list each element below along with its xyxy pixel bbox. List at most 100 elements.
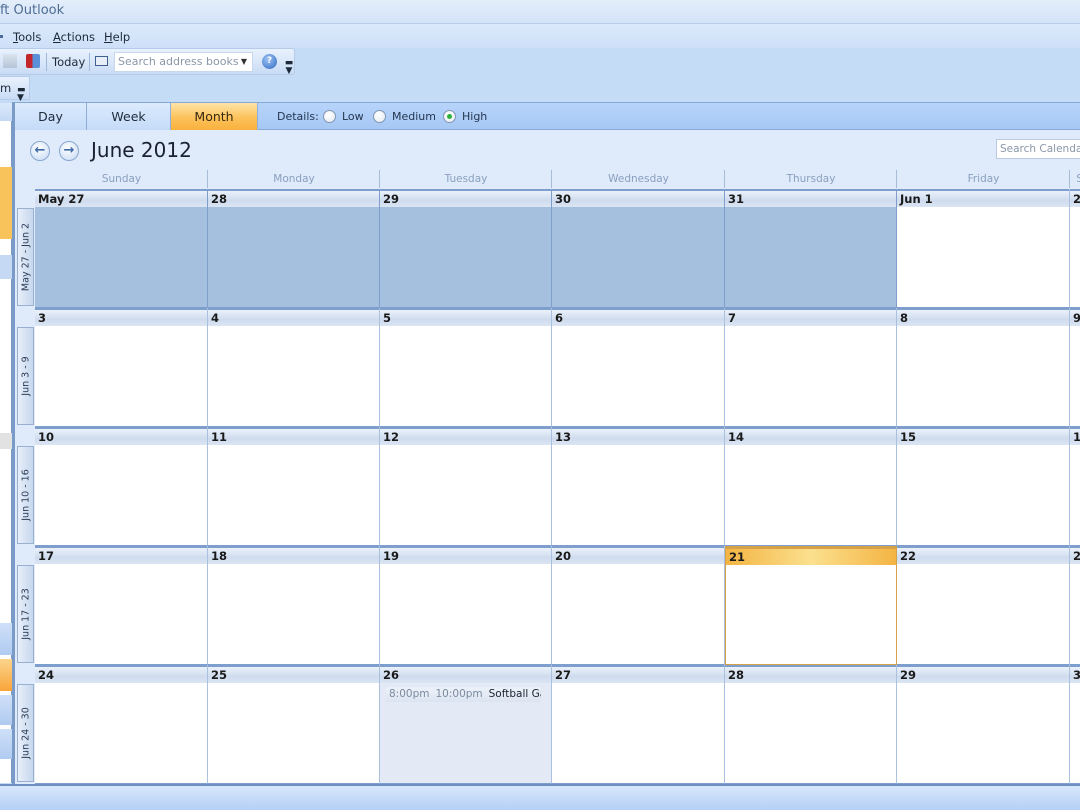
day-number[interactable]: 28: [208, 189, 379, 207]
details-low-label[interactable]: Low: [342, 110, 364, 123]
day-number[interactable]: 25: [208, 665, 379, 683]
day-cell[interactable]: 24: [35, 665, 208, 784]
day-number[interactable]: 24: [35, 665, 207, 683]
day-cell[interactable]: 14: [725, 427, 897, 546]
day-number[interactable]: 27: [552, 665, 724, 683]
secondary-toolbar-label[interactable]: m: [0, 81, 11, 95]
day-number[interactable]: May 27: [35, 189, 207, 207]
day-number[interactable]: 20: [552, 546, 724, 564]
day-cell[interactable]: 17: [35, 546, 208, 665]
day-cell[interactable]: 29: [897, 665, 1070, 784]
day-cell[interactable]: 13: [552, 427, 725, 546]
day-cell[interactable]: 20: [552, 546, 725, 665]
day-cell[interactable]: 3: [35, 308, 208, 427]
day-cell[interactable]: 6: [552, 308, 725, 427]
day-number[interactable]: 30: [552, 189, 724, 207]
tab-day[interactable]: Day: [15, 103, 87, 130]
nav-pane-selected-date[interactable]: [0, 167, 12, 239]
nav-button-mail[interactable]: [0, 623, 12, 655]
day-cell[interactable]: 9: [1070, 308, 1080, 427]
nav-button-calendar[interactable]: [0, 659, 12, 691]
day-number[interactable]: 28: [725, 665, 896, 683]
day-cell[interactable]: 27: [552, 665, 725, 784]
week-label[interactable]: Jun 24 - 30: [17, 684, 34, 782]
day-cell[interactable]: 11: [208, 427, 380, 546]
menu-actions[interactable]: Actions: [53, 30, 95, 44]
day-number[interactable]: 12: [380, 427, 551, 445]
toolbar-overflow-icon[interactable]: ▬ ▼: [284, 59, 294, 76]
day-number[interactable]: 16: [1070, 427, 1080, 445]
day-number[interactable]: 23: [1070, 546, 1080, 564]
day-number[interactable]: 21: [726, 547, 896, 565]
day-cell[interactable]: 16: [1070, 427, 1080, 546]
next-month-button[interactable]: →: [59, 141, 79, 161]
day-cell[interactable]: 7: [725, 308, 897, 427]
week-label[interactable]: May 27 - Jun 2: [17, 208, 34, 306]
day-number[interactable]: 13: [552, 427, 724, 445]
day-cell[interactable]: 30: [552, 189, 725, 308]
address-book-search-input[interactable]: Search address books ▼: [114, 52, 253, 72]
day-cell[interactable]: 19: [380, 546, 552, 665]
day-cell[interactable]: 25: [208, 665, 380, 784]
help-icon[interactable]: ?: [262, 54, 277, 69]
day-number[interactable]: 8: [897, 308, 1069, 326]
week-label[interactable]: Jun 17 - 23: [17, 565, 34, 663]
day-number[interactable]: 6: [552, 308, 724, 326]
day-cell[interactable]: 21: [725, 546, 897, 665]
day-cell[interactable]: 23: [1070, 546, 1080, 665]
day-number[interactable]: 14: [725, 427, 896, 445]
toolbar-overflow-icon[interactable]: ▬ ▼: [17, 86, 26, 103]
details-high-label[interactable]: High: [462, 110, 487, 123]
day-cell[interactable]: 4: [208, 308, 380, 427]
week-label[interactable]: Jun 3 - 9: [17, 327, 34, 425]
day-number[interactable]: 4: [208, 308, 379, 326]
appointment[interactable]: 8:00pm 10:00pm Softball Ga: [386, 687, 541, 702]
day-cell[interactable]: 15: [897, 427, 1070, 546]
day-cell[interactable]: 10: [35, 427, 208, 546]
week-label[interactable]: Jun 10 - 16: [17, 446, 34, 544]
day-number[interactable]: 9: [1070, 308, 1080, 326]
day-number[interactable]: Jun 1: [897, 189, 1069, 207]
day-cell[interactable]: 2: [1070, 189, 1080, 308]
day-number[interactable]: 29: [380, 189, 551, 207]
tab-week[interactable]: Week: [87, 103, 171, 130]
day-number[interactable]: 11: [208, 427, 379, 445]
day-number[interactable]: 19: [380, 546, 551, 564]
day-cell[interactable]: 8: [897, 308, 1070, 427]
details-medium-label[interactable]: Medium: [392, 110, 436, 123]
day-number[interactable]: 10: [35, 427, 207, 445]
details-high-radio[interactable]: [443, 110, 456, 123]
address-book-icon[interactable]: [95, 56, 108, 66]
day-number[interactable]: 26: [380, 665, 551, 683]
today-button[interactable]: Today: [52, 55, 85, 69]
tab-month[interactable]: Month: [171, 103, 258, 130]
day-cell[interactable]: 5: [380, 308, 552, 427]
day-number[interactable]: 31: [725, 189, 896, 207]
day-number[interactable]: 22: [897, 546, 1069, 564]
nav-button-tasks[interactable]: [0, 729, 12, 759]
day-number[interactable]: 2: [1070, 189, 1080, 207]
day-cell[interactable]: 22: [897, 546, 1070, 665]
day-cell[interactable]: Jun 1: [897, 189, 1070, 308]
day-number[interactable]: 30: [1070, 665, 1080, 683]
day-number[interactable]: 18: [208, 546, 379, 564]
day-number[interactable]: 15: [897, 427, 1069, 445]
details-medium-radio[interactable]: [373, 110, 386, 123]
menu-help[interactable]: Help: [104, 30, 130, 44]
day-cell[interactable]: 12: [380, 427, 552, 546]
previous-month-button[interactable]: ←: [30, 141, 50, 161]
day-cell[interactable]: 28: [725, 665, 897, 784]
grid-view-icon[interactable]: [3, 54, 17, 68]
day-cell[interactable]: 26 8:00pm 10:00pm Softball Ga: [380, 665, 552, 784]
nav-button-contacts[interactable]: [0, 695, 12, 725]
chevron-down-icon[interactable]: ▼: [238, 55, 250, 69]
day-number[interactable]: 5: [380, 308, 551, 326]
day-cell[interactable]: 29: [380, 189, 552, 308]
day-cell[interactable]: 28: [208, 189, 380, 308]
calendar-share-icon[interactable]: [26, 54, 40, 68]
day-number[interactable]: 17: [35, 546, 207, 564]
day-number[interactable]: 7: [725, 308, 896, 326]
day-number[interactable]: 3: [35, 308, 207, 326]
day-cell[interactable]: 31: [725, 189, 897, 308]
day-cell[interactable]: 30: [1070, 665, 1080, 784]
